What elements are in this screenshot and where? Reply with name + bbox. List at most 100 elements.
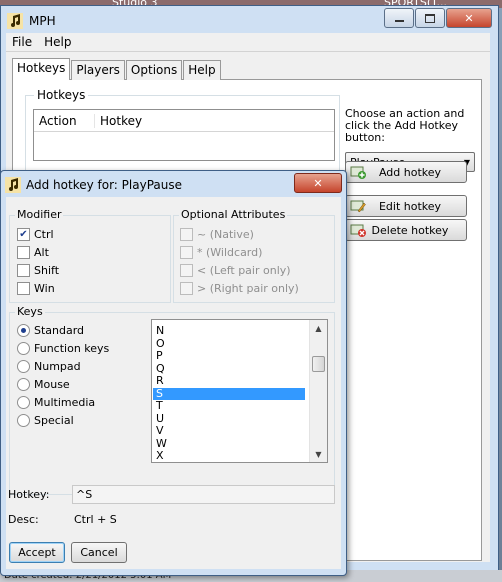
tab-help[interactable]: Help: [183, 60, 221, 80]
hotkey-field[interactable]: ^S: [72, 485, 335, 504]
modifier-alt-label: Alt: [34, 246, 49, 259]
scroll-thumb[interactable]: [312, 356, 325, 372]
minimize-button[interactable]: [384, 8, 414, 28]
list-item[interactable]: Q: [153, 362, 305, 376]
scroll-down-icon[interactable]: ▼: [310, 446, 327, 462]
close-button[interactable]: ✕: [446, 8, 492, 28]
menu-help[interactable]: Help: [44, 35, 71, 49]
checkbox-icon[interactable]: [17, 246, 30, 259]
tab-strip: Hotkeys Players Options Help: [12, 58, 222, 80]
keytype-mouse[interactable]: Mouse: [17, 378, 70, 391]
keys-group-label: Keys: [15, 305, 45, 318]
list-item[interactable]: O: [153, 337, 305, 351]
tab-options[interactable]: Options: [125, 60, 183, 80]
mph-titlebar: MPH: [7, 12, 56, 30]
column-hotkey[interactable]: Hotkey: [95, 114, 300, 128]
modifier-win[interactable]: Win: [17, 282, 55, 295]
list-item[interactable]: X: [153, 449, 305, 463]
delete-hotkey-button[interactable]: Delete hotkey: [345, 219, 467, 241]
hotkeys-list[interactable]: Action Hotkey: [33, 109, 335, 161]
tab-hotkeys[interactable]: Hotkeys: [12, 58, 71, 80]
cancel-button[interactable]: Cancel: [71, 542, 127, 563]
modifier-shift[interactable]: Shift: [17, 264, 59, 277]
hotkey-label: Hotkey:: [8, 488, 50, 501]
modifier-ctrl-label: Ctrl: [34, 228, 54, 241]
radio-icon[interactable]: [17, 396, 30, 409]
list-item[interactable]: P: [153, 349, 305, 363]
desc-label: Desc:: [8, 513, 39, 526]
radio-icon[interactable]: [17, 414, 30, 427]
menu-file[interactable]: File: [12, 35, 32, 49]
key-list[interactable]: N O P Q R S T U V W X ▲ ▼: [151, 319, 328, 463]
optional-attributes-label: Optional Attributes: [179, 208, 288, 221]
desc-value: Ctrl + S: [74, 513, 117, 526]
add-hotkey-icon: [350, 166, 366, 179]
window-controls: ✕: [383, 8, 492, 28]
dialog-title: Add hotkey for: PlayPause: [26, 178, 182, 192]
optional-right-pair: > (Right pair only): [180, 282, 299, 295]
checkbox-disabled-icon: [180, 228, 193, 241]
add-hotkey-label: Add hotkey: [378, 165, 442, 179]
checkbox-disabled-icon: [180, 246, 193, 259]
dialog-titlebar: Add hotkey for: PlayPause: [5, 177, 182, 193]
checkbox-disabled-icon: [180, 282, 193, 295]
keytype-function-keys-label: Function keys: [34, 342, 110, 355]
modifier-win-label: Win: [34, 282, 55, 295]
list-item[interactable]: V: [153, 424, 305, 438]
modifier-shift-label: Shift: [34, 264, 60, 277]
maximize-button[interactable]: [415, 8, 445, 28]
keytype-special-label: Special: [34, 414, 74, 427]
keytype-mouse-label: Mouse: [34, 378, 70, 391]
menubar: File Help: [6, 33, 490, 51]
keytype-function-keys[interactable]: Function keys: [17, 342, 109, 355]
radio-selected-icon[interactable]: [17, 324, 30, 337]
radio-icon[interactable]: [17, 360, 30, 373]
hotkeys-list-header: Action Hotkey: [34, 110, 334, 132]
checkbox-disabled-icon: [180, 264, 193, 277]
optional-native-label: ~ (Native): [197, 228, 254, 241]
list-item[interactable]: U: [153, 412, 305, 426]
close-icon: ✕: [313, 176, 323, 190]
choose-action-label: Choose an action and click the Add Hotke…: [345, 107, 465, 144]
optional-left-pair-label: < (Left pair only): [197, 264, 291, 277]
checkbox-checked-icon[interactable]: ✔: [17, 228, 30, 241]
modifier-alt[interactable]: Alt: [17, 246, 49, 259]
keytype-multimedia[interactable]: Multimedia: [17, 396, 95, 409]
music-note-icon: [5, 177, 21, 193]
maximize-icon: [425, 13, 435, 23]
keytype-special[interactable]: Special: [17, 414, 74, 427]
key-list-items: N O P Q R S T U V W X: [153, 324, 305, 463]
radio-icon[interactable]: [17, 378, 30, 391]
modifier-group-label: Modifier: [15, 208, 64, 221]
add-hotkey-dialog: Add hotkey for: PlayPause ✕ Modifier ✔ C…: [0, 170, 347, 576]
dialog-close-button[interactable]: ✕: [294, 173, 342, 193]
list-item[interactable]: R: [153, 374, 305, 388]
list-item[interactable]: N: [153, 324, 305, 338]
list-item-selected[interactable]: S: [153, 387, 305, 400]
tab-players[interactable]: Players: [71, 60, 125, 80]
list-item[interactable]: T: [153, 399, 305, 413]
key-list-scrollbar[interactable]: ▲ ▼: [309, 320, 327, 462]
delete-hotkey-label: Delete hotkey: [371, 223, 449, 237]
optional-right-pair-label: > (Right pair only): [197, 282, 299, 295]
keytype-numpad-label: Numpad: [34, 360, 81, 373]
edit-hotkey-icon: [350, 200, 366, 213]
list-item[interactable]: W: [153, 437, 305, 451]
optional-wildcard-label: * (Wildcard): [197, 246, 263, 259]
modifier-ctrl[interactable]: ✔ Ctrl: [17, 228, 54, 241]
radio-icon[interactable]: [17, 342, 30, 355]
keytype-standard[interactable]: Standard: [17, 324, 84, 337]
optional-native: ~ (Native): [180, 228, 254, 241]
checkbox-icon[interactable]: [17, 264, 30, 277]
column-action[interactable]: Action: [34, 113, 95, 128]
mph-title: MPH: [29, 14, 56, 28]
scroll-up-icon[interactable]: ▲: [310, 320, 327, 336]
add-hotkey-button[interactable]: Add hotkey: [345, 161, 467, 183]
keytype-multimedia-label: Multimedia: [34, 396, 96, 409]
keytype-numpad[interactable]: Numpad: [17, 360, 81, 373]
optional-left-pair: < (Left pair only): [180, 264, 291, 277]
checkbox-icon[interactable]: [17, 282, 30, 295]
delete-hotkey-icon: [350, 224, 366, 237]
edit-hotkey-button[interactable]: Edit hotkey: [345, 195, 467, 217]
accept-button[interactable]: Accept: [9, 542, 65, 563]
